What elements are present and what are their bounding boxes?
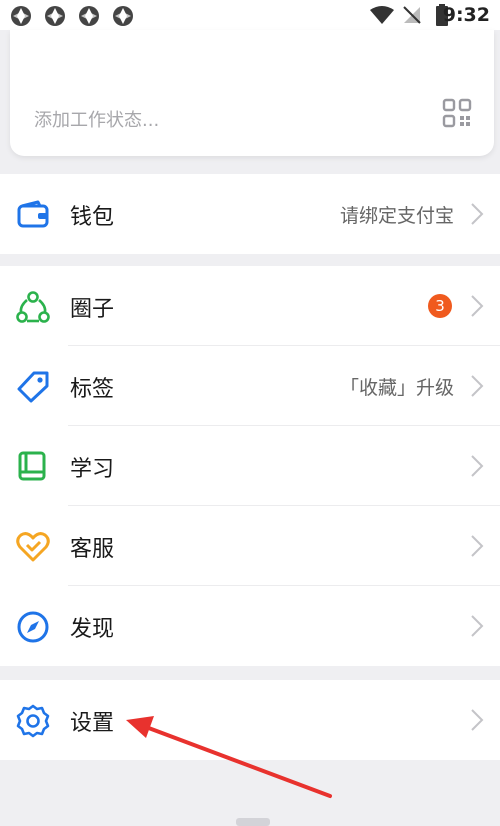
wifi-icon: [370, 6, 394, 24]
status-time: 9:32: [442, 4, 490, 26]
profile-card[interactable]: 添加工作状态...: [10, 30, 494, 156]
app-notification-icon: [11, 6, 31, 26]
menu-item-value: 请绑定支付宝: [339, 205, 454, 227]
menu-item-wallet[interactable]: 钱包 请绑定支付宝: [0, 174, 500, 254]
chevron-right-icon: [471, 203, 484, 225]
chevron-right-icon: [471, 375, 484, 397]
app-notification-icon: [113, 6, 133, 26]
menu-item-label: 学习: [70, 457, 115, 482]
heart-service-icon: [16, 532, 50, 562]
menu-item-study[interactable]: 学习: [0, 426, 500, 506]
menu-item-discover[interactable]: 发现: [0, 586, 500, 666]
chevron-right-icon: [471, 615, 484, 637]
menu-item-tags[interactable]: 标签 「收藏」升级: [0, 346, 500, 426]
book-icon: [18, 451, 46, 481]
circle-icon: [16, 291, 50, 323]
chevron-right-icon: [471, 535, 484, 557]
notification-badge: 3: [428, 294, 452, 318]
menu-item-label: 钱包: [70, 205, 115, 230]
annotation-arrow-icon: [126, 716, 332, 798]
compass-icon: [17, 611, 49, 643]
status-bar: 9:32: [0, 0, 500, 30]
menu-item-label: 客服: [70, 537, 115, 562]
menu-item-label: 圈子: [70, 297, 115, 322]
wallet-group: 钱包 请绑定支付宝: [0, 174, 500, 254]
tag-icon: [17, 371, 49, 403]
features-group: 圈子 3 标签 「收藏」升级 学习 客服 发现: [0, 266, 500, 666]
menu-item-label: 标签: [70, 377, 115, 402]
gear-icon: [16, 704, 50, 738]
home-indicator[interactable]: [236, 818, 270, 826]
menu-item-label: 发现: [70, 617, 115, 642]
menu-item-circle[interactable]: 圈子 3: [0, 266, 500, 346]
chevron-right-icon: [471, 295, 484, 317]
qr-code-icon[interactable]: [442, 98, 472, 128]
no-signal-icon: [403, 6, 421, 24]
work-status-input[interactable]: 添加工作状态...: [34, 106, 159, 132]
menu-item-value: 「收藏」升级: [339, 377, 454, 399]
chevron-right-icon: [471, 455, 484, 477]
menu-item-label: 设置: [70, 711, 115, 736]
chevron-right-icon: [471, 709, 484, 731]
app-notification-icon: [79, 6, 99, 26]
app-notification-icon: [45, 6, 65, 26]
wallet-icon: [17, 200, 49, 228]
menu-item-service[interactable]: 客服: [0, 506, 500, 586]
